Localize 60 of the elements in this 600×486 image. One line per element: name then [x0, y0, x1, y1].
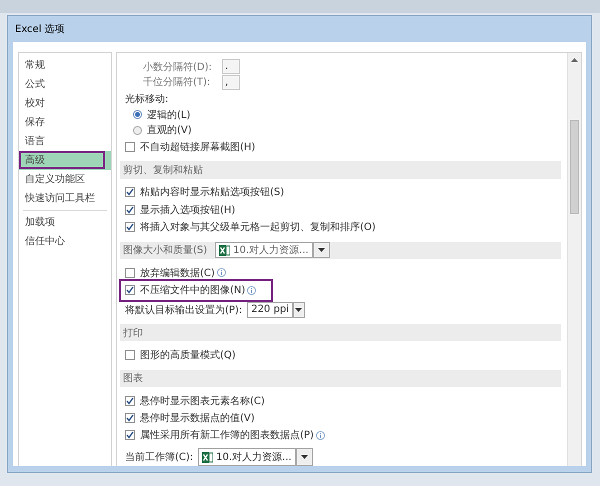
spreadsheet-icon: [202, 452, 214, 463]
sidebar-item[interactable]: 语言: [19, 132, 111, 151]
checkbox-label: 不自动超链接屏幕截图(H): [140, 140, 256, 154]
input-field[interactable]: ,: [222, 74, 240, 90]
radio-button[interactable]: [133, 126, 142, 135]
field-label: 小数分隔符(D):: [143, 60, 213, 74]
checkbox-label: 悬停时显示数据点的值(V): [140, 412, 255, 426]
checkbox-label: 放弃编辑数据(C): [140, 266, 215, 280]
checkbox-label: 属性采用所有新工作簿的图表数据点(P): [140, 428, 314, 442]
sidebar-item[interactable]: 常规: [19, 56, 111, 75]
field-label: 当前工作簿(C):: [125, 450, 194, 464]
checkbox[interactable]: [125, 222, 135, 232]
checkbox-label: 不压缩文件中的图像(N): [140, 284, 246, 297]
checkbox-label: 悬停时显示图表元素名称(C): [140, 394, 265, 408]
checkbox[interactable]: [125, 142, 135, 152]
workbook-dropdown[interactable]: 10.对人力资源...: [198, 448, 296, 466]
sidebar-item[interactable]: 保存: [19, 113, 111, 132]
window-title: Excel 选项: [15, 22, 65, 36]
resolution-dropdown[interactable]: 220 ppi: [247, 302, 293, 318]
sidebar-item[interactable]: 信任中心: [19, 232, 111, 251]
radio-label: 直观的(V): [147, 124, 192, 138]
checkbox[interactable]: [125, 413, 135, 424]
caret-icon: [300, 455, 308, 460]
dropdown-button[interactable]: [296, 448, 313, 466]
checkbox-label: 将插入对象与其父级单元格一起剪切、复制和排序(O): [140, 220, 376, 234]
sidebar-item[interactable]: 快速访问工具栏: [19, 189, 111, 208]
checkbox[interactable]: [125, 187, 135, 198]
section-title: 图像大小和质量(S): [123, 244, 208, 258]
sidebar-item[interactable]: 加载项: [19, 213, 111, 232]
checkbox[interactable]: [125, 204, 135, 215]
field-label: 千位分隔符(T):: [143, 76, 212, 90]
workbook-dropdown[interactable]: 10.对人力资源...: [215, 242, 313, 258]
spreadsheet-icon: [219, 244, 230, 256]
checkbox[interactable]: [125, 285, 135, 295]
checkbox-label: 显示插入选项按钮(H): [140, 204, 236, 217]
sidebar-item[interactable]: 高级: [19, 151, 111, 170]
section-title: 打印: [123, 326, 143, 340]
field-label: 将默认目标输出设置为(P):: [125, 304, 242, 317]
checkbox-label: 图形的高质量模式(Q): [140, 348, 236, 362]
checkbox-label: 粘贴内容时显示粘贴选项按钮(S): [140, 186, 284, 200]
scrollbar-thumb[interactable]: [570, 120, 579, 214]
checkbox[interactable]: [125, 430, 135, 440]
sidebar-item[interactable]: 自定义功能区: [19, 170, 111, 189]
section-title: 剪切、复制和粘贴: [123, 164, 203, 177]
input-field[interactable]: .: [222, 59, 240, 74]
checkbox[interactable]: [125, 396, 135, 406]
section-title: 图表: [123, 372, 143, 386]
scroll-up-icon[interactable]: [571, 58, 578, 62]
checkbox[interactable]: [125, 350, 135, 360]
caret-icon: [295, 308, 302, 312]
group-label: 光标移动:: [125, 92, 168, 106]
scrollbar[interactable]: [567, 53, 581, 466]
dropdown-button[interactable]: [292, 302, 305, 318]
radio-label: 逻辑的(L): [147, 108, 190, 122]
dropdown-button[interactable]: [312, 242, 330, 258]
sidebar-item[interactable]: 校对: [19, 94, 111, 113]
sidebar-item[interactable]: 公式: [19, 75, 111, 94]
checkbox[interactable]: [125, 268, 135, 278]
radio-button[interactable]: [133, 110, 142, 120]
caret-icon: [318, 248, 325, 252]
